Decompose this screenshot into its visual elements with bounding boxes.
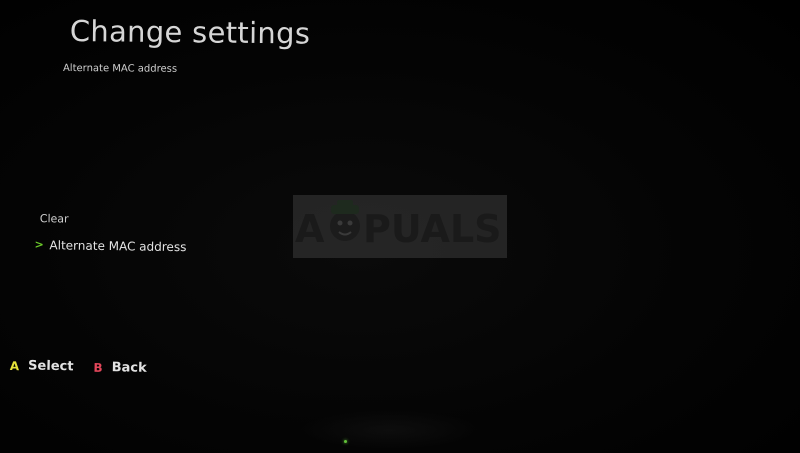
menu-item-label: Alternate MAC address bbox=[49, 238, 187, 255]
select-label: Select bbox=[27, 358, 74, 375]
chevron-right-icon: > bbox=[34, 238, 44, 252]
controller-hints: A Select B Back bbox=[10, 358, 167, 376]
page-title: Change settings bbox=[69, 14, 311, 51]
select-hint[interactable]: A Select bbox=[10, 358, 74, 374]
back-label: Back bbox=[111, 360, 147, 376]
settings-menu: Clear > Alternate MAC address bbox=[32, 208, 293, 260]
menu-item-label: Clear bbox=[39, 212, 69, 226]
console-screen: Change settings Alternate MAC address Cl… bbox=[0, 0, 800, 453]
appuals-watermark: A PUALS bbox=[293, 195, 507, 258]
watermark-text-right: PUALS bbox=[363, 207, 502, 251]
screen-reflection bbox=[300, 410, 480, 450]
menu-item-clear[interactable]: Clear bbox=[33, 208, 293, 234]
a-button-icon: A bbox=[9, 358, 20, 373]
watermark-graphic: A PUALS bbox=[295, 200, 502, 251]
status-led-icon bbox=[344, 440, 347, 443]
appuals-mascot-icon bbox=[330, 200, 360, 241]
page-subtitle: Alternate MAC address bbox=[62, 63, 178, 75]
watermark-text-left: A bbox=[295, 207, 325, 251]
back-hint[interactable]: B Back bbox=[93, 360, 147, 376]
menu-item-alternate-mac-address[interactable]: > Alternate MAC address bbox=[32, 234, 292, 260]
b-button-icon: B bbox=[93, 360, 103, 375]
